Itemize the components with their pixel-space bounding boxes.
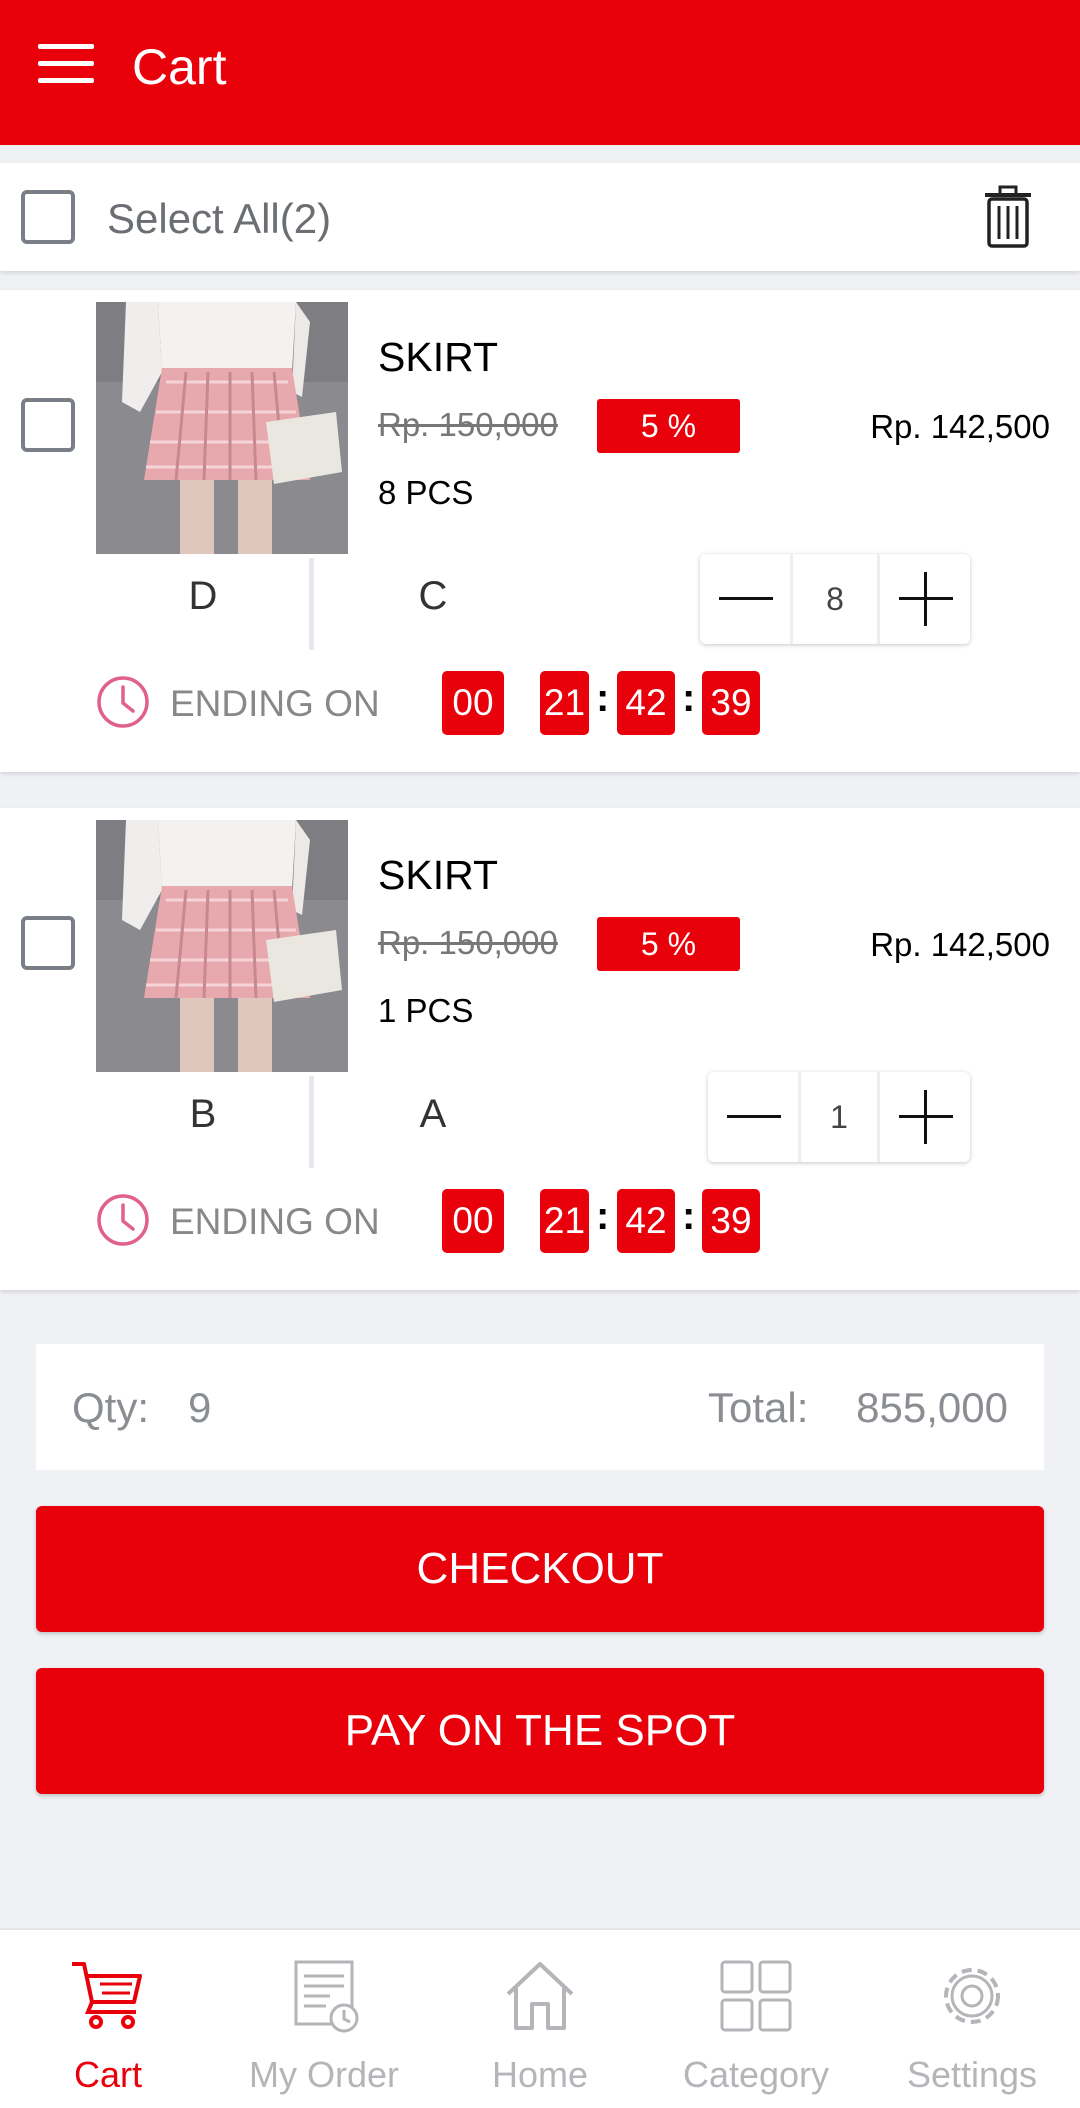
category-icon <box>720 1960 792 2032</box>
timer-minutes: 42 <box>617 671 675 735</box>
clock-icon <box>97 676 149 728</box>
total-value: 855,000 <box>856 1384 1008 1431</box>
order-icon <box>294 1960 359 2033</box>
product-name: SKIRT <box>378 852 498 898</box>
home-icon <box>506 1962 574 2030</box>
variant-option-2: A <box>419 1092 447 1136</box>
timer-separator: : <box>682 1194 696 1238</box>
increase-quantity-button[interactable] <box>880 554 970 644</box>
page-title: Cart <box>132 39 227 95</box>
timer-hours: 21 <box>540 1189 589 1253</box>
item-checkbox[interactable] <box>21 916 75 970</box>
app-bar: Cart <box>0 0 1080 145</box>
timer-days: 00 <box>442 1189 504 1253</box>
timer-seconds: 39 <box>702 671 760 735</box>
timer-hours: 21 <box>540 671 589 735</box>
product-image[interactable] <box>96 302 348 554</box>
select-all-label[interactable]: Select All(2) <box>107 195 331 243</box>
decrease-quantity-button[interactable] <box>708 1072 798 1162</box>
trash-icon[interactable] <box>982 185 1034 249</box>
tab-label: Category <box>682 2054 830 2095</box>
variant-divider <box>309 1076 314 1168</box>
decrease-quantity-button[interactable] <box>700 554 790 644</box>
discount-badge: 5 % <box>597 917 740 971</box>
tab-my-order[interactable]: My Order <box>216 1930 432 2108</box>
checkout-button[interactable]: CHECKOUT <box>36 1506 1044 1632</box>
tab-label: Home <box>491 2054 589 2095</box>
variant-option-1: B <box>189 1092 217 1136</box>
item-checkbox[interactable] <box>21 398 75 452</box>
qty-value: 9 <box>188 1384 212 1431</box>
menu-icon[interactable] <box>38 44 94 84</box>
original-price: Rp. 150,000 <box>378 924 558 961</box>
tab-label: Cart <box>73 2054 142 2095</box>
cart-item: SKIRT Rp. 150,000 5 % Rp. 142,500 8 PCS … <box>0 290 1080 772</box>
discounted-price: Rp. 142,500 <box>870 408 1050 445</box>
timer-separator: : <box>596 676 610 720</box>
cart-icon <box>72 1962 142 2029</box>
tab-home[interactable]: Home <box>432 1930 648 2108</box>
timer-days: 00 <box>442 671 504 735</box>
timer-seconds: 39 <box>702 1189 760 1253</box>
variant-option-1: D <box>188 574 218 618</box>
timer-minutes: 42 <box>617 1189 675 1253</box>
ending-on-label: ENDING ON <box>170 1201 380 1242</box>
tab-settings[interactable]: Settings <box>864 1930 1080 2108</box>
product-name: SKIRT <box>378 334 498 380</box>
tab-label: My Order <box>248 2054 399 2095</box>
cart-item: SKIRT Rp. 150,000 5 % Rp. 142,500 1 PCS … <box>0 808 1080 1290</box>
variant-option-2: C <box>418 574 448 618</box>
discount-badge: 5 % <box>597 399 740 453</box>
quantity-value[interactable]: 8 <box>790 554 880 644</box>
tab-cart[interactable]: Cart <box>0 1930 216 2108</box>
settings-icon <box>944 1968 1000 2024</box>
cart-summary: Qty: 9 Total: 855,000 <box>36 1344 1044 1470</box>
total-label: Total: <box>708 1384 809 1431</box>
tab-category[interactable]: Category <box>648 1930 864 2108</box>
original-price: Rp. 150,000 <box>378 406 558 443</box>
tab-label: Settings <box>906 2054 1038 2095</box>
clock-icon <box>97 1194 149 1246</box>
quantity-stepper: 8 <box>700 554 970 644</box>
ending-on-label: ENDING ON <box>170 683 380 724</box>
variant-divider <box>309 558 314 650</box>
bottom-tab-bar: Cart My Order Home Category Settings <box>0 1928 1080 2108</box>
timer-separator: : <box>682 676 696 720</box>
quantity-label: 1 PCS <box>378 992 474 1029</box>
quantity-label: 8 PCS <box>378 474 474 511</box>
quantity-value[interactable]: 1 <box>798 1072 880 1162</box>
select-all-checkbox[interactable] <box>21 190 75 244</box>
increase-quantity-button[interactable] <box>880 1072 970 1162</box>
quantity-stepper: 1 <box>708 1072 970 1162</box>
discounted-price: Rp. 142,500 <box>870 926 1050 963</box>
qty-label: Qty: <box>72 1384 150 1431</box>
select-all-bar: Select All(2) <box>0 163 1080 271</box>
pay-on-spot-button[interactable]: PAY ON THE SPOT <box>36 1668 1044 1794</box>
product-image[interactable] <box>96 820 348 1072</box>
timer-separator: : <box>596 1194 610 1238</box>
